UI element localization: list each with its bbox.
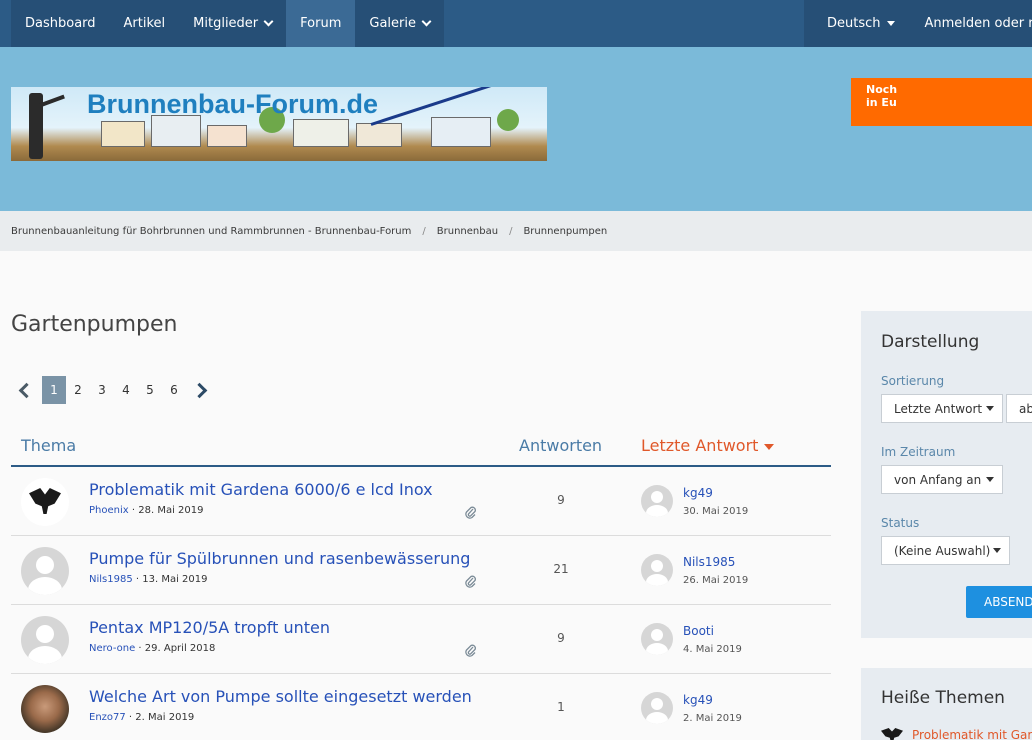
avatar[interactable] [21, 547, 69, 595]
page-title: Gartenpumpen [11, 312, 178, 337]
reply-count: 1 [557, 700, 565, 714]
last-reply-user[interactable]: Booti [683, 624, 714, 638]
chevron-right-icon[interactable] [191, 382, 208, 398]
last-reply-date: 30. Mai 2019 [683, 506, 749, 517]
caret-down-icon [993, 548, 1001, 553]
eagle-icon [881, 728, 903, 740]
breadcrumb-item-brunnenbau[interactable]: Brunnenbau [437, 226, 498, 237]
hot-topics-panel: Heiße Themen Problematik mit Gard [861, 668, 1032, 740]
topic-link[interactable]: Welche Art von Pumpe sollte eingesetzt w… [89, 687, 472, 706]
last-reply-user[interactable]: Nils1985 [683, 555, 735, 569]
eagle-icon [29, 488, 61, 514]
hot-topic-link[interactable]: Problematik mit Gard [881, 728, 1032, 740]
table-row: Problematik mit Gardena 6000/6 e lcd Ino… [11, 467, 831, 536]
column-header-replies[interactable]: Antworten [519, 436, 602, 455]
caret-down-icon [986, 477, 994, 482]
top-navigation: Dashboard Artikel Mitglieder Forum Galer… [0, 0, 1032, 47]
panel-title: Darstellung [881, 332, 980, 352]
avatar[interactable] [641, 554, 673, 586]
last-reply-date: 4. Mai 2019 [683, 644, 742, 655]
author-link[interactable]: Phoenix [89, 505, 129, 516]
submit-button[interactable]: ABSEND [966, 586, 1032, 618]
status-label: Status [881, 516, 920, 530]
display-options-panel: Darstellung Sortierung Letzte Antwort ab… [861, 311, 1032, 638]
reply-count: 21 [553, 562, 569, 576]
breadcrumb-item-home[interactable]: Brunnenbauanleitung für Bohrbrunnen und … [11, 226, 411, 237]
sort-select[interactable]: Letzte Antwort [881, 394, 1003, 423]
reply-count: 9 [557, 493, 565, 507]
page-2[interactable]: 2 [66, 376, 90, 404]
pagination: 1 2 3 4 5 6 [16, 376, 208, 404]
avatar[interactable] [21, 616, 69, 664]
user-icon [36, 625, 54, 643]
language-selector[interactable]: Deutsch [827, 16, 895, 31]
site-header: Brunnenbau-Forum.de Noch in Eu [0, 47, 1032, 211]
reply-count: 9 [557, 631, 565, 645]
topic-meta: Nils1985 · 13. Mai 2019 [89, 574, 208, 585]
topic-link[interactable]: Pumpe für Spülbrunnen und rasenbewässeru… [89, 549, 470, 568]
login-link[interactable]: Anmelden oder r [925, 16, 1032, 31]
user-menu: Deutsch Anmelden oder r [804, 0, 1032, 47]
last-reply-user[interactable]: kg49 [683, 486, 713, 500]
logo-text: Brunnenbau-Forum.de [87, 89, 378, 119]
nav-item-mitglieder[interactable]: Mitglieder [179, 0, 286, 47]
page-3[interactable]: 3 [90, 376, 114, 404]
topic-link[interactable]: Problematik mit Gardena 6000/6 e lcd Ino… [89, 480, 433, 499]
nav-item-dashboard[interactable]: Dashboard [11, 0, 110, 47]
column-header-last-reply[interactable]: Letzte Antwort [641, 436, 775, 455]
panel-title: Heiße Themen [881, 688, 1005, 708]
column-header-topic[interactable]: Thema [21, 436, 76, 455]
period-label: Im Zeitraum [881, 445, 956, 459]
nav-item-galerie[interactable]: Galerie [355, 0, 444, 47]
topic-link[interactable]: Pentax MP120/5A tropft unten [89, 618, 330, 637]
caret-down-icon [886, 21, 895, 26]
sort-label: Sortierung [881, 374, 945, 388]
nav-item-forum[interactable]: Forum [286, 0, 356, 47]
sort-direction-select[interactable]: ab [1006, 394, 1032, 423]
topic-meta: Enzo77 · 2. Mai 2019 [89, 712, 195, 723]
main-menu: Dashboard Artikel Mitglieder Forum Galer… [11, 0, 444, 47]
topic-meta: Nero-one · 29. April 2018 [89, 643, 216, 654]
last-reply-date: 2. Mai 2019 [683, 713, 742, 724]
avatar[interactable] [21, 685, 69, 733]
status-select[interactable]: (Keine Auswahl) [881, 536, 1010, 565]
last-reply-date: 26. Mai 2019 [683, 575, 749, 586]
last-reply-user[interactable]: kg49 [683, 693, 713, 707]
breadcrumb-separator: / [509, 225, 513, 237]
table-row: Welche Art von Pumpe sollte eingesetzt w… [11, 674, 831, 740]
period-select[interactable]: von Anfang an [881, 465, 1003, 494]
site-logo[interactable]: Brunnenbau-Forum.de [11, 87, 547, 161]
breadcrumb-item-brunnenpumpen[interactable]: Brunnenpumpen [523, 226, 607, 237]
page-4[interactable]: 4 [114, 376, 138, 404]
page-6[interactable]: 6 [162, 376, 186, 404]
user-icon [36, 556, 54, 574]
page-5[interactable]: 5 [138, 376, 162, 404]
paperclip-icon [465, 506, 476, 519]
page-1[interactable]: 1 [42, 376, 66, 404]
author-link[interactable]: Nero-one [89, 643, 135, 654]
chevron-down-icon [421, 16, 432, 27]
paperclip-icon [465, 644, 476, 657]
table-row: Pumpe für Spülbrunnen und rasenbewässeru… [11, 536, 831, 605]
sort-desc-icon [764, 443, 775, 450]
chevron-left-icon[interactable] [18, 382, 35, 398]
nav-item-artikel[interactable]: Artikel [110, 0, 180, 47]
paperclip-icon [465, 575, 476, 588]
author-link[interactable]: Enzo77 [89, 712, 126, 723]
avatar[interactable] [641, 623, 673, 655]
table-row: Pentax MP120/5A tropft unten Nero-one · … [11, 605, 831, 674]
topic-meta: Phoenix · 28. Mai 2019 [89, 505, 204, 516]
breadcrumb: Brunnenbauanleitung für Bohrbrunnen und … [0, 211, 1032, 251]
caret-down-icon [986, 406, 994, 411]
topic-table-header: Thema Antworten Letzte Antwort [11, 431, 831, 467]
avatar[interactable] [641, 485, 673, 517]
chevron-down-icon [263, 16, 274, 27]
avatar[interactable] [641, 692, 673, 724]
breadcrumb-separator: / [422, 225, 426, 237]
avatar[interactable] [21, 478, 69, 526]
ad-banner[interactable]: Noch in Eu [851, 78, 1032, 126]
author-link[interactable]: Nils1985 [89, 574, 133, 585]
